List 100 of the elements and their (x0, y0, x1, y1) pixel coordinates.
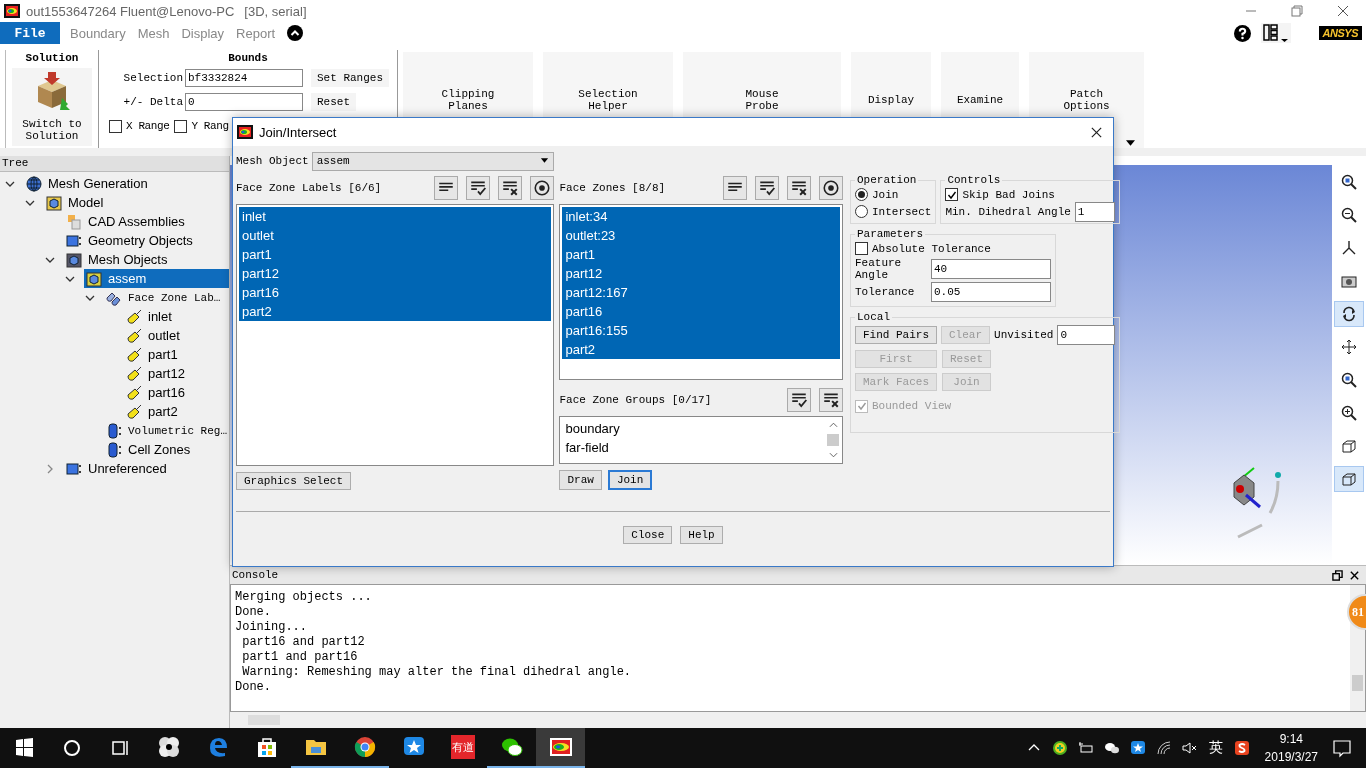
input-language[interactable]: 英 (1208, 739, 1223, 757)
delta-field[interactable]: 0 (185, 93, 303, 111)
menu-item[interactable]: Mesh (131, 22, 176, 44)
select-all-button[interactable] (755, 176, 779, 200)
tree-item[interactable]: Mesh Objects (64, 250, 229, 269)
battery-plug-icon[interactable] (1077, 740, 1094, 756)
set-ranges-button[interactable]: Set Ranges (311, 69, 389, 87)
list-item[interactable]: outlet (239, 226, 552, 245)
close-icon[interactable] (1090, 125, 1103, 139)
notification-icon[interactable] (1332, 738, 1352, 758)
list-item[interactable]: part1 (562, 245, 840, 264)
angle-field[interactable]: 1 (1074, 201, 1115, 222)
list-item[interactable]: outlet:23 (562, 226, 840, 245)
list-button[interactable] (434, 176, 459, 200)
list-item[interactable]: part12 (239, 264, 552, 283)
close-icon[interactable] (1349, 569, 1360, 581)
checkbox[interactable] (945, 188, 959, 201)
list-item[interactable]: inlet:34 (562, 207, 840, 226)
clock-date[interactable]: 2019/3/27 (1264, 748, 1318, 766)
cube-outline-button[interactable] (1334, 466, 1364, 492)
find-pairs-button[interactable]: Find Pairs (855, 326, 937, 344)
menu-item[interactable]: Boundary (64, 22, 132, 44)
list-button[interactable] (723, 176, 747, 200)
dictionary-app-button[interactable]: 有道 (438, 728, 487, 768)
dialog-button[interactable]: Help (680, 526, 723, 544)
zone-action-button[interactable]: Join (607, 470, 653, 490)
help-icon[interactable] (1233, 24, 1251, 42)
tree-item[interactable]: Unreferenced (64, 459, 229, 478)
feature-angle-field[interactable]: 40 (931, 258, 1051, 279)
block-icon (66, 232, 82, 249)
dropdown-icon[interactable] (1126, 140, 1135, 146)
deselect-all-button[interactable] (787, 176, 811, 200)
tree-item[interactable]: Model (44, 193, 229, 212)
scroll-up-icon[interactable] (828, 422, 838, 428)
cylinder-icon (106, 441, 122, 458)
deselect-all-button[interactable] (498, 176, 523, 200)
tree-item[interactable]: Face Zone Lab… (104, 288, 229, 307)
cube-icon (1341, 438, 1357, 454)
select-all-button[interactable] (466, 176, 491, 200)
menu-item[interactable]: Report (230, 22, 282, 44)
selection-field[interactable]: bf3332824 (185, 69, 303, 87)
list-item[interactable]: part12 (562, 264, 840, 283)
scroll-down-icon[interactable] (828, 452, 838, 458)
radio-button[interactable] (855, 205, 868, 218)
chat-icon[interactable] (1103, 740, 1120, 756)
tree-item[interactable]: Cell Zones (104, 440, 229, 459)
list-item[interactable]: far-field (562, 438, 826, 457)
rotate-button[interactable] (1334, 301, 1364, 327)
scrollbar[interactable] (230, 712, 1366, 728)
target-button[interactable] (819, 176, 843, 200)
reset-button[interactable]: Reset (311, 93, 356, 111)
menu-item[interactable]: File (0, 22, 60, 44)
tree-item[interactable]: inlet (124, 307, 229, 326)
switch-solution-button[interactable]: Switch to Solution (12, 68, 92, 146)
shield-plus-icon[interactable] (1051, 740, 1068, 756)
tree-item[interactable]: part1 (124, 345, 229, 364)
ime-icon[interactable] (1233, 740, 1250, 756)
menu-item[interactable]: Display (175, 22, 231, 44)
pinwheel-icon (156, 735, 181, 759)
graphics-select-button[interactable]: Graphics Select (236, 472, 352, 490)
list-item[interactable]: part12:167 (562, 283, 840, 302)
tree-item[interactable]: Geometry Objects (64, 231, 229, 250)
tree-item[interactable]: part12 (124, 364, 229, 383)
list-item[interactable]: part16 (239, 283, 552, 302)
tolerance-field[interactable]: 0.05 (931, 281, 1051, 302)
deselect-all-button[interactable] (819, 388, 843, 412)
console-line: Joining... (235, 620, 308, 635)
tree-item[interactable]: Volumetric Reg… (104, 421, 229, 440)
fluent-app-button[interactable] (536, 728, 585, 768)
select-all-button[interactable] (787, 388, 811, 412)
list-item[interactable]: inlet (239, 207, 552, 226)
zone-action-button[interactable]: Draw (559, 470, 602, 490)
radio-button[interactable] (855, 188, 868, 201)
target-button[interactable] (530, 176, 555, 200)
unvisited-field[interactable]: 0 (1057, 325, 1116, 345)
list-item[interactable]: part16:155 (562, 321, 840, 340)
tree-item[interactable]: outlet (124, 326, 229, 345)
layout-icon[interactable] (1260, 23, 1291, 43)
tree-item[interactable]: CAD Assemblies (64, 212, 229, 231)
list-item[interactable]: part16 (562, 302, 840, 321)
tree-item[interactable]: Mesh Generation (24, 174, 229, 193)
dialog-button[interactable]: Close (623, 526, 673, 544)
mute-icon[interactable] (1181, 740, 1198, 756)
checkbox[interactable] (855, 242, 868, 255)
clock-time[interactable]: 9:14 (1279, 730, 1303, 748)
list-item[interactable]: part2 (562, 340, 840, 359)
wifi-icon[interactable] (1155, 740, 1172, 756)
mesh-object-dropdown[interactable]: assem (311, 151, 554, 171)
list-item[interactable]: part2 (239, 302, 552, 321)
tree-item[interactable]: assem (84, 269, 229, 288)
list-item[interactable]: part1 (239, 245, 552, 264)
tree-item[interactable]: part16 (124, 383, 229, 402)
restore-icon[interactable] (1332, 569, 1343, 581)
tree-item[interactable]: part2 (124, 402, 229, 421)
group-title: Operation (856, 174, 918, 186)
checkbox[interactable] (174, 119, 188, 133)
radio-label: Join (872, 188, 899, 201)
collapse-icon[interactable] (287, 25, 304, 41)
checkbox[interactable] (109, 119, 122, 133)
list-item[interactable]: boundary (562, 419, 826, 438)
